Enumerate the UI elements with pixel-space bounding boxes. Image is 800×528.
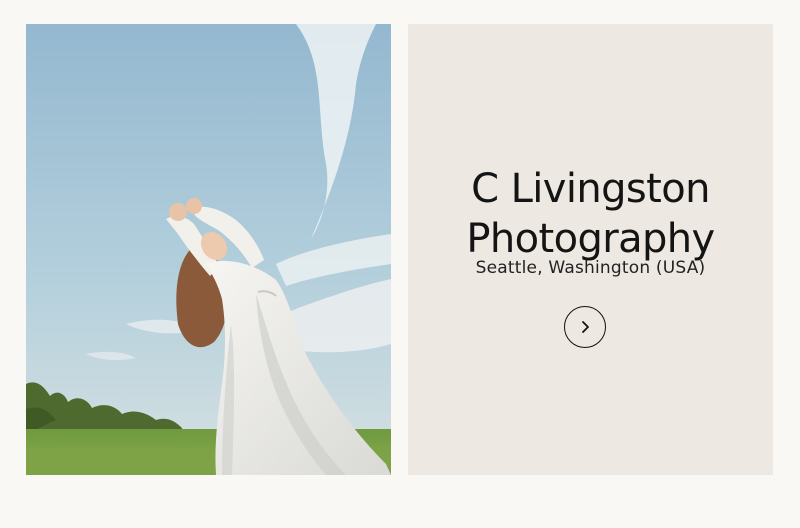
chevron-right-icon (582, 321, 589, 333)
studio-info-card: C Livingston Photography Seattle, Washin… (408, 24, 773, 475)
studio-location: Seattle, Washington (USA) (475, 258, 706, 278)
page: C Livingston Photography Seattle, Washin… (0, 0, 800, 528)
featured-photo[interactable] (26, 24, 391, 475)
studio-name: C Livingston Photography (408, 164, 773, 264)
studio-name-line-1: C Livingston (471, 166, 710, 212)
photo-woman-white-dress-image (26, 24, 391, 475)
view-studio-button[interactable] (564, 306, 606, 348)
